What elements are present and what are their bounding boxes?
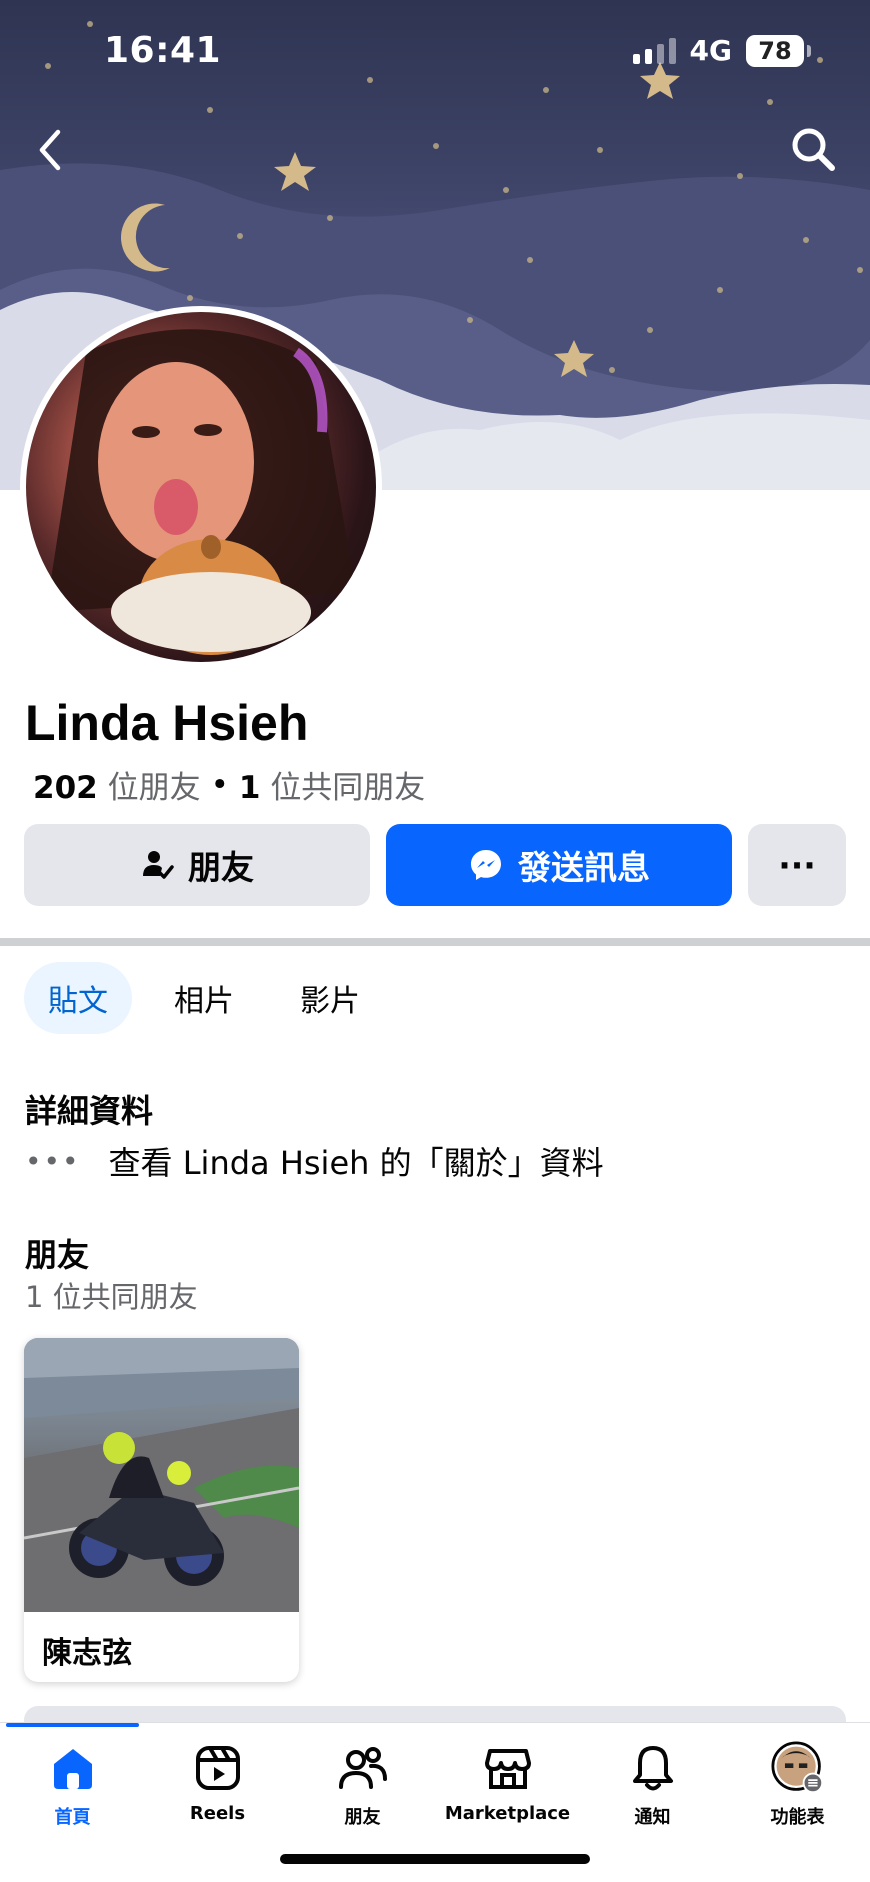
profile-photo — [26, 312, 376, 662]
profile-avatar[interactable] — [20, 306, 382, 668]
home-icon — [46, 1741, 100, 1795]
friends-button-label: 朋友 — [188, 848, 254, 887]
nav-reels[interactable]: Reels — [145, 1741, 290, 1824]
status-indicators: 4G 78 — [632, 34, 811, 67]
about-link[interactable]: ••• 查看 Linda Hsieh 的「關於」資料 — [25, 1138, 604, 1184]
more-icon: ··· — [778, 845, 816, 885]
messenger-icon — [471, 850, 501, 880]
battery-level: 78 — [758, 36, 792, 65]
section-divider — [0, 938, 870, 946]
nav-menu-label: 功能表 — [770, 1807, 825, 1828]
tab-videos[interactable]: 影片 — [276, 962, 384, 1034]
active-tab-indicator — [6, 1723, 139, 1727]
nav-notifications-label: 通知 — [634, 1807, 671, 1828]
search-button[interactable] — [786, 122, 842, 178]
about-text: 查看 Linda Hsieh 的「關於」資料 — [108, 1144, 604, 1182]
mutual-count-number: 1 — [238, 770, 261, 806]
friend-stats: 202 位朋友 • 1 位共同朋友 — [33, 762, 425, 807]
friend-name: 陳志弦 — [42, 1636, 132, 1671]
nav-notifications[interactable]: 通知 — [580, 1741, 725, 1829]
network-label: 4G — [689, 34, 732, 67]
friend-count-label: 位朋友 — [107, 770, 201, 806]
friends-button[interactable]: 朋友 — [24, 824, 370, 906]
chevron-left-icon — [39, 129, 61, 171]
search-icon — [792, 128, 835, 171]
status-time: 16:41 — [104, 30, 222, 71]
nav-reels-label: Reels — [189, 1803, 246, 1824]
mutual-count-label: 位共同朋友 — [270, 770, 426, 806]
friend-card[interactable]: 陳志弦 — [24, 1338, 299, 1682]
nav-menu[interactable]: 功能表 — [725, 1741, 870, 1829]
tab-posts[interactable]: 貼文 — [24, 962, 132, 1034]
nav-home[interactable]: 首頁 — [0, 1741, 145, 1829]
nav-marketplace[interactable]: Marketplace — [435, 1741, 580, 1824]
friend-check-icon — [143, 851, 174, 879]
send-message-label: 發送訊息 — [518, 848, 650, 887]
battery-icon: 78 — [746, 34, 811, 67]
mutual-friends-subtitle: 1 位共同朋友 — [25, 1280, 198, 1314]
marketplace-icon — [481, 1741, 535, 1795]
profile-name: Linda Hsieh — [25, 695, 309, 751]
tab-photos[interactable]: 相片 — [150, 962, 258, 1034]
more-options-button[interactable]: ··· — [748, 824, 846, 906]
separator-dot: • — [210, 766, 229, 803]
nav-home-label: 首頁 — [54, 1807, 91, 1828]
nav-marketplace-label: Marketplace — [444, 1803, 571, 1824]
home-indicator — [280, 1854, 590, 1864]
friend-count-number: 202 — [33, 770, 98, 806]
back-button[interactable] — [28, 120, 72, 180]
details-title: 詳細資料 — [25, 1092, 154, 1130]
signal-icon — [632, 37, 676, 64]
friend-photo — [24, 1338, 299, 1612]
friends-icon — [336, 1741, 390, 1795]
profile-photo-illustration — [46, 329, 356, 655]
reels-icon — [191, 1741, 245, 1795]
bell-icon — [626, 1741, 680, 1795]
friend-photo-illustration — [24, 1338, 299, 1612]
nav-friends[interactable]: 朋友 — [290, 1741, 435, 1829]
send-message-button[interactable]: 發送訊息 — [386, 824, 732, 906]
mutual-count[interactable]: 1 位共同朋友 — [239, 762, 425, 807]
more-dots-icon: ••• — [25, 1144, 81, 1178]
friends-section-title: 朋友 — [25, 1236, 90, 1274]
menu-avatar-icon — [770, 1741, 825, 1795]
friend-count[interactable]: 202 位朋友 — [33, 762, 201, 807]
nav-friends-label: 朋友 — [344, 1807, 381, 1828]
